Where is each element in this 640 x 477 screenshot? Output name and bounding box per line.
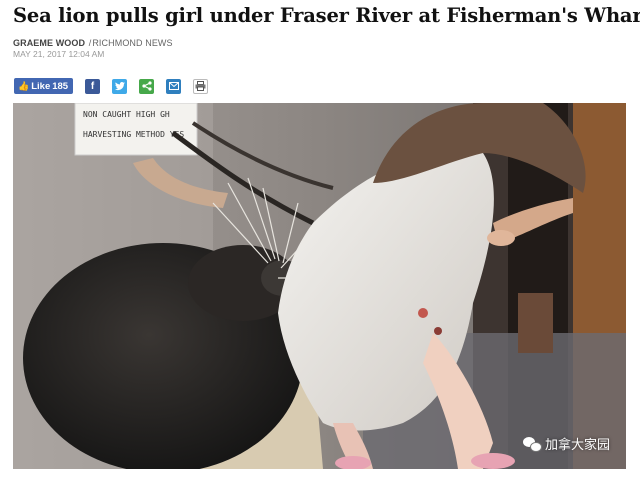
watermark-text: 加拿大家园 (544, 437, 610, 452)
sign-text-line1: NON CAUGHT HIGH GH (83, 110, 170, 119)
facebook-like-button[interactable]: 👍 Like 185 (14, 78, 74, 94)
sign-text-line2: HARVESTING METHOD YES (83, 130, 184, 139)
author-link[interactable]: GRAEME WOOD (13, 38, 85, 48)
photo-illustration: NON CAUGHT HIGH GH HARVESTING METHOD YES (13, 103, 626, 469)
harvest-sign: NON CAUGHT HIGH GH HARVESTING METHOD YES (74, 103, 198, 156)
email-icon[interactable] (166, 78, 182, 94)
like-count: 185 (52, 80, 69, 92)
like-label: Like (31, 80, 51, 92)
share-icon[interactable] (139, 78, 155, 94)
article-photo: NON CAUGHT HIGH GH HARVESTING METHOD YES (13, 103, 626, 469)
print-icon[interactable] (193, 78, 209, 94)
twitter-icon[interactable] (112, 78, 128, 94)
publish-date: MAY 21, 2017 12:04 AM (13, 49, 105, 59)
thumbs-up-icon: 👍 (18, 80, 30, 91)
share-bar: 👍 Like 185 f (14, 78, 209, 94)
byline: GRAEME WOOD /RICHMOND NEWS (13, 38, 173, 48)
wechat-watermark: 加拿大家园 (522, 434, 610, 453)
facebook-icon[interactable]: f (85, 78, 101, 94)
outlet-link[interactable]: RICHMOND NEWS (92, 38, 172, 48)
article-headline: Sea lion pulls girl under Fraser River a… (13, 4, 640, 27)
wechat-icon (522, 436, 542, 452)
